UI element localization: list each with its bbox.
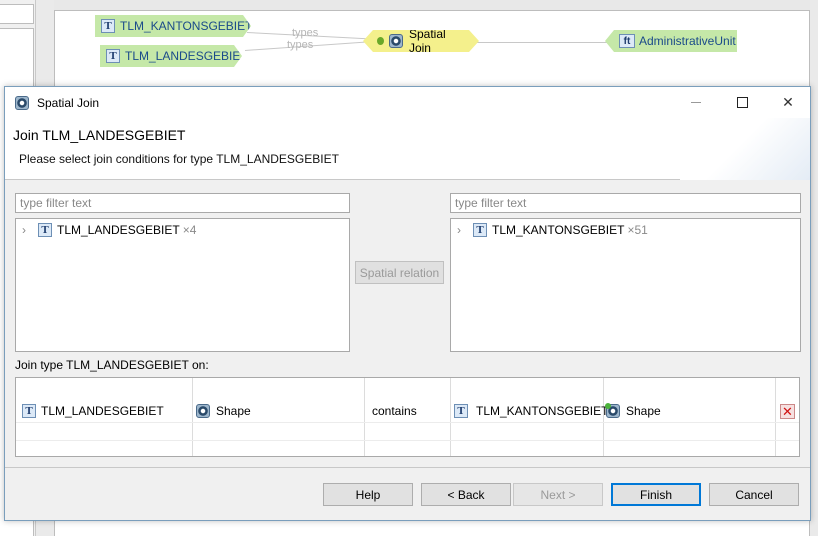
tree-item-count: ×4: [182, 223, 197, 237]
spatial-join-icon: [389, 34, 403, 48]
node-label: Spatial Join: [408, 27, 446, 55]
geometry-icon: [605, 403, 620, 418]
spatial-relation-button[interactable]: Spatial relation: [355, 261, 444, 284]
join-relation[interactable]: contains: [372, 404, 417, 418]
join-left-property-label: Shape: [216, 404, 251, 418]
feature-type-icon: ft: [619, 34, 635, 48]
spatial-join-dialog: Spatial Join ✕ Join TLM_LANDESGEBIET Ple…: [4, 86, 811, 521]
type-icon: T: [454, 404, 468, 418]
right-gutter: [810, 0, 818, 536]
cancel-button[interactable]: Cancel: [709, 483, 799, 506]
edge-label-2: types: [287, 39, 314, 51]
join-left-type-label: TLM_LANDESGEBIET: [41, 404, 164, 418]
tree-item-kantonsgebiet[interactable]: › T TLM_KANTONSGEBIET ×51: [457, 223, 648, 237]
join-relation-label: contains: [372, 404, 417, 418]
edge-admin: [475, 42, 609, 43]
minimize-icon: [691, 102, 701, 103]
tree-item-landesgebiet[interactable]: › T TLM_LANDESGEBIET ×4: [22, 223, 196, 237]
finish-button[interactable]: Finish: [611, 483, 701, 506]
chevron-right-icon[interactable]: ›: [457, 223, 465, 237]
edge-label-1: types: [292, 27, 319, 39]
back-button[interactable]: < Back: [421, 483, 511, 506]
delete-icon[interactable]: ✕: [780, 404, 795, 419]
node-kantonsgebiet[interactable]: T TLM_KANTONSGEBIET: [95, 15, 251, 37]
maximize-icon: [736, 97, 748, 108]
type-icon: T: [38, 223, 52, 237]
tree-item-label: TLM_LANDESGEBIET: [57, 223, 180, 237]
geometry-icon: [196, 404, 210, 418]
close-button[interactable]: ✕: [765, 87, 811, 118]
node-administrative-unit[interactable]: ft AdministrativeUnit: [605, 30, 737, 52]
left-type-tree[interactable]: › T TLM_LANDESGEBIET ×4: [15, 218, 350, 352]
tree-item-label: TLM_KANTONSGEBIET: [492, 223, 625, 237]
help-button[interactable]: Help: [323, 483, 413, 506]
close-icon: ✕: [782, 94, 794, 110]
node-label: TLM_KANTONSGEBIET: [120, 19, 253, 33]
join-conditions-label: Join type TLM_LANDESGEBIET on:: [15, 358, 209, 372]
chevron-right-icon[interactable]: ›: [22, 223, 30, 237]
window-title: Spatial Join: [37, 95, 100, 110]
page-title: Join TLM_LANDESGEBIET: [13, 127, 186, 143]
join-conditions-table[interactable]: T TLM_LANDESGEBIET Shape contains T TLM_…: [15, 377, 800, 457]
node-label: TLM_LANDESGEBIET: [125, 49, 248, 63]
maximize-button[interactable]: [719, 87, 765, 118]
spatial-join-icon: [15, 95, 29, 110]
minimize-button[interactable]: [673, 87, 719, 118]
page-description: Please select join conditions for type T…: [19, 152, 339, 166]
left-panel-header: [0, 4, 34, 24]
wizard-header: Join TLM_LANDESGEBIET Please select join…: [5, 118, 810, 180]
button-bar-separator: [5, 467, 810, 468]
join-left-type[interactable]: T TLM_LANDESGEBIET: [22, 404, 164, 418]
row-divider: [16, 440, 799, 441]
type-icon: T: [106, 49, 120, 63]
node-spatial-join[interactable]: Spatial Join: [363, 30, 479, 52]
type-icon: T: [101, 19, 115, 33]
join-right-type[interactable]: T TLM_KANTONSGEBIET: [454, 404, 608, 418]
join-left-property[interactable]: Shape: [196, 404, 251, 418]
join-right-property-label: Shape: [626, 404, 661, 418]
right-type-tree[interactable]: › T TLM_KANTONSGEBIET ×51: [450, 218, 801, 352]
header-decoration: [680, 118, 810, 180]
left-filter-input[interactable]: type filter text: [15, 193, 350, 213]
join-right-property[interactable]: Shape: [605, 403, 661, 418]
node-landesgebiet[interactable]: T TLM_LANDESGEBIET: [100, 45, 242, 67]
status-dot-icon: [377, 37, 384, 45]
node-label: AdministrativeUnit: [639, 34, 736, 48]
tree-item-count: ×51: [627, 223, 648, 237]
type-icon: T: [22, 404, 36, 418]
right-filter-input[interactable]: type filter text: [450, 193, 801, 213]
row-divider: [16, 422, 799, 423]
join-right-type-label: TLM_KANTONSGEBIET: [476, 404, 609, 418]
next-button[interactable]: Next >: [513, 483, 603, 506]
type-icon: T: [473, 223, 487, 237]
